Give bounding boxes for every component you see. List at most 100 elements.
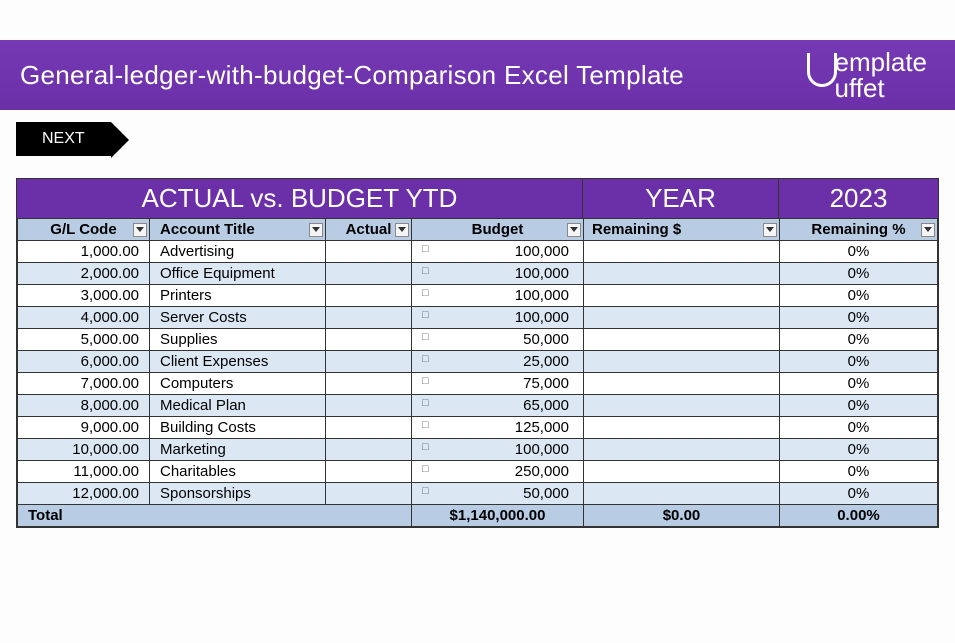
cell-actual[interactable] <box>326 263 412 285</box>
next-button[interactable]: NEXT <box>16 122 111 156</box>
filter-dropdown-icon[interactable] <box>567 223 581 237</box>
cell-account-title[interactable]: Advertising <box>150 241 326 263</box>
cell-budget[interactable]: □25,000 <box>412 351 584 373</box>
cell-budget[interactable]: □65,000 <box>412 395 584 417</box>
cell-account-title[interactable]: Client Expenses <box>150 351 326 373</box>
cell-budget[interactable]: □100,000 <box>412 307 584 329</box>
cell-gl-code[interactable]: 12,000.00 <box>18 483 150 505</box>
cell-gl-code[interactable]: 2,000.00 <box>18 263 150 285</box>
cell-gl-code[interactable]: 4,000.00 <box>18 307 150 329</box>
currency-symbol-icon: □ <box>422 353 429 365</box>
spreadsheet: ACTUAL vs. BUDGET YTD YEAR 2023 G/L Code… <box>16 178 939 528</box>
cell-budget[interactable]: □75,000 <box>412 373 584 395</box>
cell-remaining-dollar[interactable] <box>584 373 780 395</box>
header-row: G/L Code Account Title Actual Budget Rem… <box>18 219 938 241</box>
table-row: 5,000.00Supplies □50,000 0% <box>18 329 938 351</box>
col-header-budget[interactable]: Budget <box>412 219 584 241</box>
cell-account-title[interactable]: Server Costs <box>150 307 326 329</box>
cell-actual[interactable] <box>326 329 412 351</box>
col-header-actual[interactable]: Actual <box>326 219 412 241</box>
cell-remaining-percent[interactable]: 0% <box>780 439 938 461</box>
table-row: 8,000.00Medical Plan □65,000 0% <box>18 395 938 417</box>
currency-symbol-icon: □ <box>422 375 429 387</box>
cell-remaining-dollar[interactable] <box>584 417 780 439</box>
filter-dropdown-icon[interactable] <box>133 223 147 237</box>
cell-budget[interactable]: □250,000 <box>412 461 584 483</box>
header-bar: General-ledger-with-budget-Comparison Ex… <box>0 40 955 110</box>
col-header-gl-code[interactable]: G/L Code <box>18 219 150 241</box>
filter-dropdown-icon[interactable] <box>921 223 935 237</box>
cell-actual[interactable] <box>326 439 412 461</box>
table-row: 1,000.00Advertising □100,000 0% <box>18 241 938 263</box>
cell-remaining-percent[interactable]: 0% <box>780 285 938 307</box>
cell-remaining-dollar[interactable] <box>584 307 780 329</box>
cell-gl-code[interactable]: 11,000.00 <box>18 461 150 483</box>
cell-remaining-percent[interactable]: 0% <box>780 263 938 285</box>
cell-gl-code[interactable]: 1,000.00 <box>18 241 150 263</box>
cell-gl-code[interactable]: 10,000.00 <box>18 439 150 461</box>
cell-account-title[interactable]: Medical Plan <box>150 395 326 417</box>
cell-remaining-dollar[interactable] <box>584 461 780 483</box>
cell-actual[interactable] <box>326 483 412 505</box>
cell-actual[interactable] <box>326 461 412 483</box>
cell-budget[interactable]: □50,000 <box>412 329 584 351</box>
currency-symbol-icon: □ <box>422 441 429 453</box>
cell-account-title[interactable]: Printers <box>150 285 326 307</box>
col-header-remaining-percent[interactable]: Remaining % <box>780 219 938 241</box>
cell-remaining-dollar[interactable] <box>584 285 780 307</box>
cell-account-title[interactable]: Building Costs <box>150 417 326 439</box>
cell-account-title[interactable]: Marketing <box>150 439 326 461</box>
filter-dropdown-icon[interactable] <box>309 223 323 237</box>
cell-gl-code[interactable]: 9,000.00 <box>18 417 150 439</box>
cell-budget[interactable]: □100,000 <box>412 285 584 307</box>
cell-remaining-percent[interactable]: 0% <box>780 483 938 505</box>
cell-remaining-percent[interactable]: 0% <box>780 307 938 329</box>
cell-remaining-percent[interactable]: 0% <box>780 417 938 439</box>
total-label: Total <box>18 505 412 527</box>
cell-account-title[interactable]: Office Equipment <box>150 263 326 285</box>
cell-remaining-percent[interactable]: 0% <box>780 351 938 373</box>
cell-remaining-percent[interactable]: 0% <box>780 395 938 417</box>
cell-actual[interactable] <box>326 417 412 439</box>
cell-actual[interactable] <box>326 351 412 373</box>
table-row: 6,000.00Client Expenses □25,000 0% <box>18 351 938 373</box>
cell-budget[interactable]: □50,000 <box>412 483 584 505</box>
filter-dropdown-icon[interactable] <box>395 223 409 237</box>
cell-account-title[interactable]: Computers <box>150 373 326 395</box>
cell-account-title[interactable]: Sponsorships <box>150 483 326 505</box>
cell-remaining-dollar[interactable] <box>584 241 780 263</box>
cell-gl-code[interactable]: 8,000.00 <box>18 395 150 417</box>
col-header-remaining-dollar[interactable]: Remaining $ <box>584 219 780 241</box>
cell-actual[interactable] <box>326 285 412 307</box>
cell-remaining-dollar[interactable] <box>584 329 780 351</box>
cell-budget[interactable]: □100,000 <box>412 263 584 285</box>
cell-remaining-dollar[interactable] <box>584 439 780 461</box>
logo-text: emplate uffet <box>835 49 928 101</box>
cell-remaining-percent[interactable]: 0% <box>780 241 938 263</box>
cell-remaining-dollar[interactable] <box>584 263 780 285</box>
cell-budget[interactable]: □100,000 <box>412 439 584 461</box>
col-header-account-title[interactable]: Account Title <box>150 219 326 241</box>
cell-account-title[interactable]: Supplies <box>150 329 326 351</box>
currency-symbol-icon: □ <box>422 309 429 321</box>
cell-remaining-dollar[interactable] <box>584 483 780 505</box>
cell-budget[interactable]: □100,000 <box>412 241 584 263</box>
cell-budget[interactable]: □125,000 <box>412 417 584 439</box>
cell-remaining-percent[interactable]: 0% <box>780 461 938 483</box>
currency-symbol-icon: □ <box>422 485 429 497</box>
cell-account-title[interactable]: Charitables <box>150 461 326 483</box>
cell-remaining-percent[interactable]: 0% <box>780 329 938 351</box>
cell-remaining-dollar[interactable] <box>584 351 780 373</box>
cell-gl-code[interactable]: 3,000.00 <box>18 285 150 307</box>
cell-actual[interactable] <box>326 395 412 417</box>
cell-actual[interactable] <box>326 307 412 329</box>
cell-gl-code[interactable]: 5,000.00 <box>18 329 150 351</box>
cell-actual[interactable] <box>326 373 412 395</box>
cell-actual[interactable] <box>326 241 412 263</box>
cell-remaining-dollar[interactable] <box>584 395 780 417</box>
cell-gl-code[interactable]: 7,000.00 <box>18 373 150 395</box>
cell-remaining-percent[interactable]: 0% <box>780 373 938 395</box>
currency-symbol-icon: □ <box>422 397 429 409</box>
filter-dropdown-icon[interactable] <box>763 223 777 237</box>
cell-gl-code[interactable]: 6,000.00 <box>18 351 150 373</box>
